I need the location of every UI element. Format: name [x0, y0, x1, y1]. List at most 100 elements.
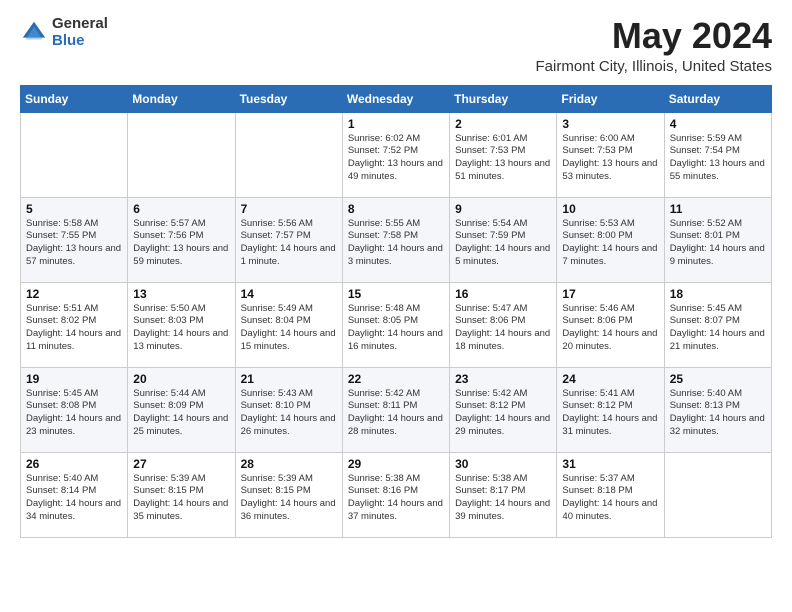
day-number: 9	[455, 202, 551, 216]
day-cell: 17 Sunrise: 5:46 AM Sunset: 8:06 PM Dayli…	[557, 282, 664, 367]
week-row-1: 5 Sunrise: 5:58 AM Sunset: 7:55 PM Daylig…	[21, 197, 772, 282]
title-block: May 2024 Fairmont City, Illinois, United…	[536, 16, 772, 75]
day-cell: 12 Sunrise: 5:51 AM Sunset: 8:02 PM Dayli…	[21, 282, 128, 367]
day-cell: 4 Sunrise: 5:59 AM Sunset: 7:54 PM Daylig…	[664, 112, 771, 197]
day-cell: 2Sunrise: 6:01 AM Sunset: 7:53 PM Daylig…	[450, 112, 557, 197]
day-cell: 18Sunrise: 5:45 AM Sunset: 8:07 PM Dayli…	[664, 282, 771, 367]
day-number: 23	[455, 372, 551, 386]
day-cell: 13 Sunrise: 5:50 AM Sunset: 8:03 PM Dayli…	[128, 282, 235, 367]
header-day-thursday: Thursday	[450, 85, 557, 112]
day-info: Sunrise: 5:50 AM Sunset: 8:03 PM Dayligh…	[133, 303, 229, 354]
week-row-3: 19Sunrise: 5:45 AM Sunset: 8:08 PM Dayli…	[21, 367, 772, 452]
day-cell: 7 Sunrise: 5:56 AM Sunset: 7:57 PM Daylig…	[235, 197, 342, 282]
day-number: 4	[670, 117, 766, 131]
calendar-title: May 2024	[536, 16, 772, 56]
day-cell: 3 Sunrise: 6:00 AM Sunset: 7:53 PM Daylig…	[557, 112, 664, 197]
day-number: 13	[133, 287, 229, 301]
day-cell: 14Sunrise: 5:49 AM Sunset: 8:04 PM Dayli…	[235, 282, 342, 367]
day-info: Sunrise: 5:42 AM Sunset: 8:11 PM Dayligh…	[348, 388, 444, 439]
day-cell: 24 Sunrise: 5:41 AM Sunset: 8:12 PM Dayli…	[557, 367, 664, 452]
day-info: Sunrise: 5:40 AM Sunset: 8:13 PM Dayligh…	[670, 388, 766, 439]
day-cell: 6 Sunrise: 5:57 AM Sunset: 7:56 PM Daylig…	[128, 197, 235, 282]
day-info: Sunrise: 5:46 AM Sunset: 8:06 PM Dayligh…	[562, 303, 658, 354]
day-info: Sunrise: 5:56 AM Sunset: 7:57 PM Dayligh…	[241, 218, 337, 269]
day-cell: 15Sunrise: 5:48 AM Sunset: 8:05 PM Dayli…	[342, 282, 449, 367]
week-row-0: 1 Sunrise: 6:02 AM Sunset: 7:52 PM Daylig…	[21, 112, 772, 197]
day-number: 31	[562, 457, 658, 471]
day-number: 25	[670, 372, 766, 386]
header-day-wednesday: Wednesday	[342, 85, 449, 112]
day-info: Sunrise: 5:40 AM Sunset: 8:14 PM Dayligh…	[26, 473, 122, 524]
day-info: Sunrise: 5:37 AM Sunset: 8:18 PM Dayligh…	[562, 473, 658, 524]
day-number: 27	[133, 457, 229, 471]
calendar-body: 1 Sunrise: 6:02 AM Sunset: 7:52 PM Daylig…	[21, 112, 772, 537]
logo-general: General	[52, 16, 108, 33]
day-cell: 16Sunrise: 5:47 AM Sunset: 8:06 PM Dayli…	[450, 282, 557, 367]
day-info: Sunrise: 5:53 AM Sunset: 8:00 PM Dayligh…	[562, 218, 658, 269]
day-number: 7	[241, 202, 337, 216]
day-cell: 29Sunrise: 5:38 AM Sunset: 8:16 PM Dayli…	[342, 452, 449, 537]
day-info: Sunrise: 5:41 AM Sunset: 8:12 PM Dayligh…	[562, 388, 658, 439]
day-info: Sunrise: 5:42 AM Sunset: 8:12 PM Dayligh…	[455, 388, 551, 439]
day-info: Sunrise: 5:38 AM Sunset: 8:17 PM Dayligh…	[455, 473, 551, 524]
day-cell: 19Sunrise: 5:45 AM Sunset: 8:08 PM Dayli…	[21, 367, 128, 452]
day-number: 28	[241, 457, 337, 471]
day-number: 24	[562, 372, 658, 386]
day-number: 6	[133, 202, 229, 216]
day-number: 5	[26, 202, 122, 216]
day-cell: 28 Sunrise: 5:39 AM Sunset: 8:15 PM Dayli…	[235, 452, 342, 537]
day-info: Sunrise: 5:51 AM Sunset: 8:02 PM Dayligh…	[26, 303, 122, 354]
day-cell: 31 Sunrise: 5:37 AM Sunset: 8:18 PM Dayli…	[557, 452, 664, 537]
day-number: 26	[26, 457, 122, 471]
day-number: 15	[348, 287, 444, 301]
day-cell: 25 Sunrise: 5:40 AM Sunset: 8:13 PM Dayli…	[664, 367, 771, 452]
day-info: Sunrise: 5:43 AM Sunset: 8:10 PM Dayligh…	[241, 388, 337, 439]
day-info: Sunrise: 5:59 AM Sunset: 7:54 PM Dayligh…	[670, 133, 766, 184]
day-cell: 22 Sunrise: 5:42 AM Sunset: 8:11 PM Dayli…	[342, 367, 449, 452]
day-info: Sunrise: 5:39 AM Sunset: 8:15 PM Dayligh…	[241, 473, 337, 524]
day-number: 8	[348, 202, 444, 216]
day-info: Sunrise: 5:55 AM Sunset: 7:58 PM Dayligh…	[348, 218, 444, 269]
day-number: 1	[348, 117, 444, 131]
day-info: Sunrise: 5:58 AM Sunset: 7:55 PM Dayligh…	[26, 218, 122, 269]
day-info: Sunrise: 5:52 AM Sunset: 8:01 PM Dayligh…	[670, 218, 766, 269]
day-cell: 11Sunrise: 5:52 AM Sunset: 8:01 PM Dayli…	[664, 197, 771, 282]
day-number: 20	[133, 372, 229, 386]
day-number: 21	[241, 372, 337, 386]
day-info: Sunrise: 5:57 AM Sunset: 7:56 PM Dayligh…	[133, 218, 229, 269]
day-number: 12	[26, 287, 122, 301]
header-row: SundayMondayTuesdayWednesdayThursdayFrid…	[21, 85, 772, 112]
day-info: Sunrise: 6:00 AM Sunset: 7:53 PM Dayligh…	[562, 133, 658, 184]
day-cell: 1 Sunrise: 6:02 AM Sunset: 7:52 PM Daylig…	[342, 112, 449, 197]
header-day-friday: Friday	[557, 85, 664, 112]
day-number: 18	[670, 287, 766, 301]
day-cell: 23 Sunrise: 5:42 AM Sunset: 8:12 PM Dayli…	[450, 367, 557, 452]
day-number: 22	[348, 372, 444, 386]
logo: General Blue	[20, 16, 108, 49]
day-number: 3	[562, 117, 658, 131]
day-info: Sunrise: 6:02 AM Sunset: 7:52 PM Dayligh…	[348, 133, 444, 184]
calendar-header: SundayMondayTuesdayWednesdayThursdayFrid…	[21, 85, 772, 112]
day-number: 10	[562, 202, 658, 216]
calendar-table: SundayMondayTuesdayWednesdayThursdayFrid…	[20, 85, 772, 538]
header-day-saturday: Saturday	[664, 85, 771, 112]
day-info: Sunrise: 5:54 AM Sunset: 7:59 PM Dayligh…	[455, 218, 551, 269]
day-cell: 21 Sunrise: 5:43 AM Sunset: 8:10 PM Dayli…	[235, 367, 342, 452]
day-cell	[128, 112, 235, 197]
header-day-sunday: Sunday	[21, 85, 128, 112]
day-info: Sunrise: 5:47 AM Sunset: 8:06 PM Dayligh…	[455, 303, 551, 354]
day-cell: 20Sunrise: 5:44 AM Sunset: 8:09 PM Dayli…	[128, 367, 235, 452]
day-info: Sunrise: 5:38 AM Sunset: 8:16 PM Dayligh…	[348, 473, 444, 524]
day-cell	[235, 112, 342, 197]
day-cell: 5 Sunrise: 5:58 AM Sunset: 7:55 PM Daylig…	[21, 197, 128, 282]
day-cell: 10 Sunrise: 5:53 AM Sunset: 8:00 PM Dayli…	[557, 197, 664, 282]
header-day-tuesday: Tuesday	[235, 85, 342, 112]
day-info: Sunrise: 6:01 AM Sunset: 7:53 PM Dayligh…	[455, 133, 551, 184]
day-info: Sunrise: 5:39 AM Sunset: 8:15 PM Dayligh…	[133, 473, 229, 524]
day-cell: 9 Sunrise: 5:54 AM Sunset: 7:59 PM Daylig…	[450, 197, 557, 282]
day-number: 19	[26, 372, 122, 386]
day-cell	[21, 112, 128, 197]
week-row-2: 12 Sunrise: 5:51 AM Sunset: 8:02 PM Dayli…	[21, 282, 772, 367]
day-number: 17	[562, 287, 658, 301]
day-cell: 26 Sunrise: 5:40 AM Sunset: 8:14 PM Dayli…	[21, 452, 128, 537]
